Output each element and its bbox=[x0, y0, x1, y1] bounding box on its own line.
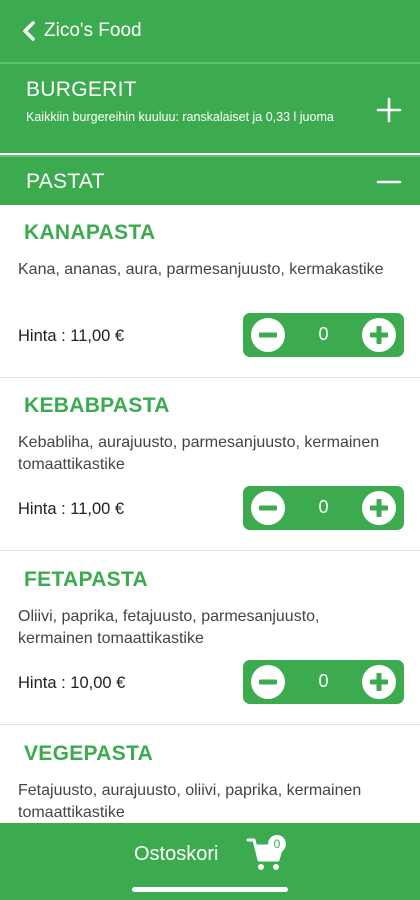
category-title: BURGERIT bbox=[26, 78, 137, 101]
quantity-stepper: 0 bbox=[243, 313, 404, 357]
increment-button[interactable] bbox=[362, 665, 396, 699]
plus-icon[interactable] bbox=[376, 97, 402, 123]
cart-label: Ostoskori bbox=[134, 843, 219, 865]
item-description: Kana, ananas, aura, parmesanjuusto, kerm… bbox=[18, 261, 384, 278]
minus-icon[interactable] bbox=[376, 169, 402, 195]
item-description: Fetajuusto, aurajuusto, oliivi, paprika,… bbox=[18, 782, 362, 821]
item-name: FETAPASTA bbox=[24, 568, 149, 591]
app-header: Zico's Food bbox=[0, 0, 420, 62]
menu-item: KANAPASTA Kana, ananas, aura, parmesanju… bbox=[0, 205, 420, 378]
quantity-stepper: 0 bbox=[243, 660, 404, 704]
menu-item: KEBABPASTA Kebabliha, aurajuusto, parmes… bbox=[0, 378, 420, 551]
item-price: Hinta : 10,00 € bbox=[18, 674, 126, 692]
increment-button[interactable] bbox=[362, 318, 396, 352]
item-description: Kebabliha, aurajuusto, parmesanjuusto, k… bbox=[18, 434, 380, 473]
item-price: Hinta : 11,00 € bbox=[18, 327, 125, 345]
item-name: VEGEPASTA bbox=[24, 742, 154, 765]
menu-item: FETAPASTA Oliivi, paprika, fetajuusto, p… bbox=[0, 552, 420, 725]
home-indicator bbox=[132, 887, 288, 892]
item-description: Oliivi, paprika, fetajuusto, parmesanjuu… bbox=[18, 608, 320, 647]
cart-bar[interactable]: Ostoskori 0 bbox=[0, 823, 420, 900]
chevron-left-icon[interactable] bbox=[20, 20, 40, 42]
category-pastat[interactable]: PASTAT bbox=[0, 155, 420, 205]
category-title: PASTAT bbox=[26, 170, 105, 193]
item-price: Hinta : 11,00 € bbox=[18, 500, 125, 518]
category-description: Kaikkiin burgereihin kuuluu: ranskalaise… bbox=[26, 110, 334, 124]
header-title: Zico's Food bbox=[44, 20, 142, 41]
cart-count-badge: 0 bbox=[268, 835, 286, 853]
category-burgerit[interactable]: BURGERIT Kaikkiin burgereihin kuuluu: ra… bbox=[0, 62, 420, 153]
item-name: KEBABPASTA bbox=[24, 394, 170, 417]
quantity-stepper: 0 bbox=[243, 486, 404, 530]
increment-button[interactable] bbox=[362, 491, 396, 525]
item-name: KANAPASTA bbox=[24, 221, 156, 244]
